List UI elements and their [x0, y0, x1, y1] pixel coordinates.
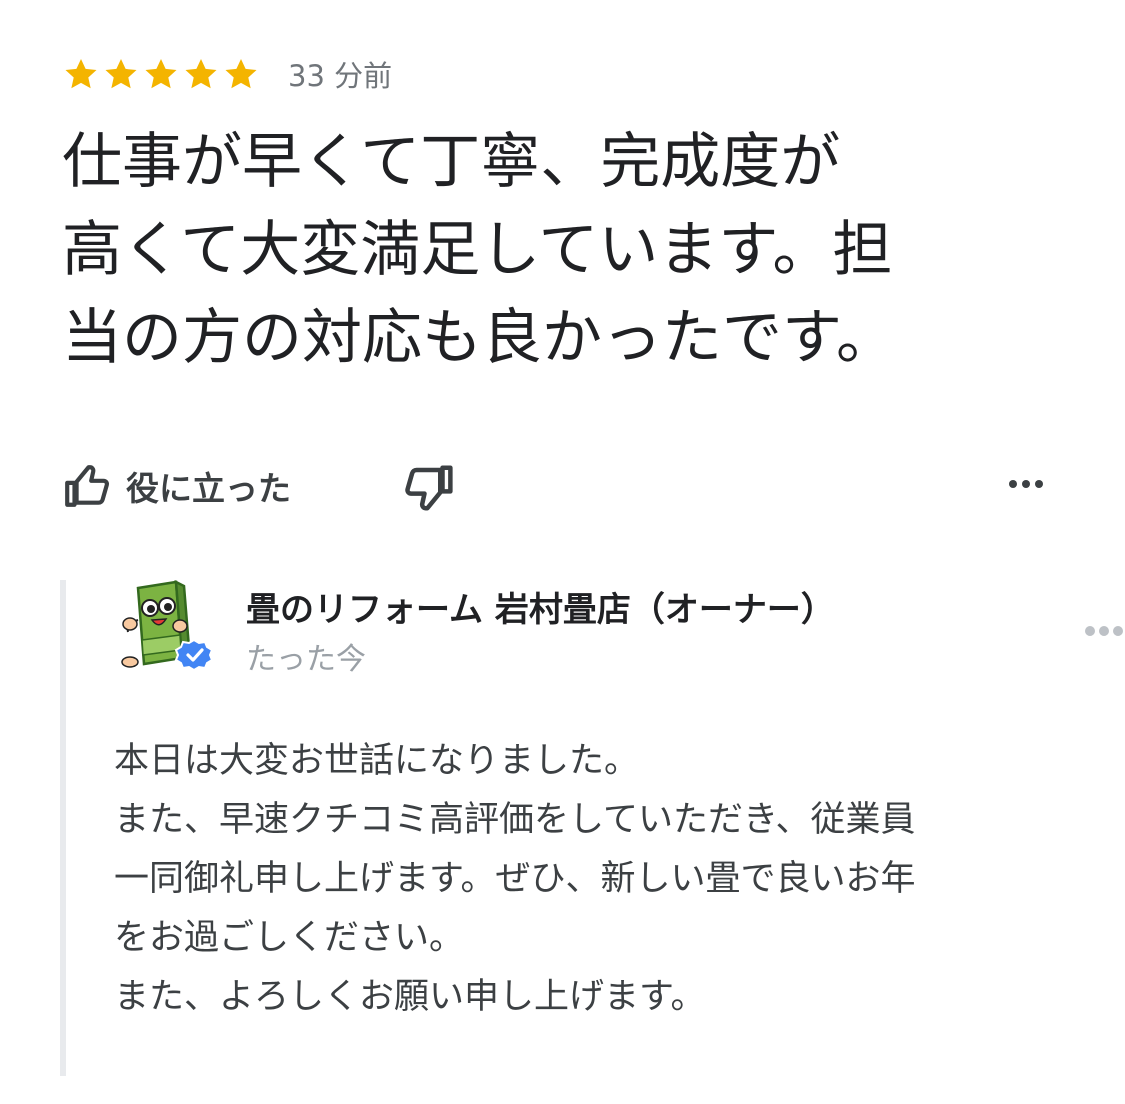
review-text: 仕事が早くて丁寧、完成度が 高くて大変満足しています。担 当の方の対応も良かった… — [62, 118, 1062, 382]
tatami-mascot-icon — [121, 580, 214, 672]
star-icon — [145, 58, 177, 89]
review-header: 33 分前 — [62, 52, 392, 96]
review-text-line: 仕事が早くて丁寧、完成度が — [62, 127, 841, 197]
star-icon — [225, 58, 257, 89]
reply-line: また、早速クチコミ高評価をしていただき、従業員 — [114, 800, 916, 840]
owner-avatar[interactable] — [118, 580, 218, 674]
owner-reply-text: 本日は大変お世話になりました。 また、早速クチコミ高評価をしていただき、従業員 … — [114, 732, 1064, 1027]
thumbs-down-icon — [405, 465, 453, 511]
reply-line: 本日は大変お世話になりました。 — [114, 741, 640, 781]
star-icon — [185, 58, 217, 89]
thumbs-up-icon — [65, 465, 109, 507]
helpful-button[interactable]: 役に立った — [62, 456, 291, 516]
owner-response-time: たった今 — [246, 642, 366, 677]
reply-line: 一同御礼申し上げます。ぜひ、新しい畳で良いお年 — [114, 859, 916, 899]
review-actions: 役に立った — [62, 456, 1052, 516]
owner-name[interactable]: 畳のリフォーム 岩村畳店（オーナー） — [246, 582, 835, 631]
star-icon — [105, 58, 137, 89]
review-time: 33 分前 — [288, 59, 393, 93]
more-horizontal-icon — [1009, 480, 1043, 488]
reply-line: をお過ごしください。 — [114, 918, 465, 958]
owner-response-more-button[interactable] — [1082, 616, 1125, 646]
not-helpful-button[interactable] — [402, 461, 456, 515]
star-rating — [62, 55, 260, 93]
more-horizontal-icon — [1085, 626, 1123, 636]
star-icon — [65, 58, 97, 89]
reply-line: また、よろしくお願い申し上げます。 — [114, 977, 706, 1017]
review-more-button[interactable] — [1006, 468, 1046, 500]
review-text-line: 当の方の対応も良かったです。 — [62, 303, 896, 373]
helpful-label: 役に立った — [126, 469, 291, 508]
verified-badge-icon — [174, 638, 214, 672]
owner-response: 畳のリフォーム 岩村畳店（オーナー） たった今 本日は大変お世話になりました。 … — [60, 580, 1125, 1076]
response-divider — [60, 580, 66, 1076]
review-text-line: 高くて大変満足しています。担 — [62, 215, 893, 285]
